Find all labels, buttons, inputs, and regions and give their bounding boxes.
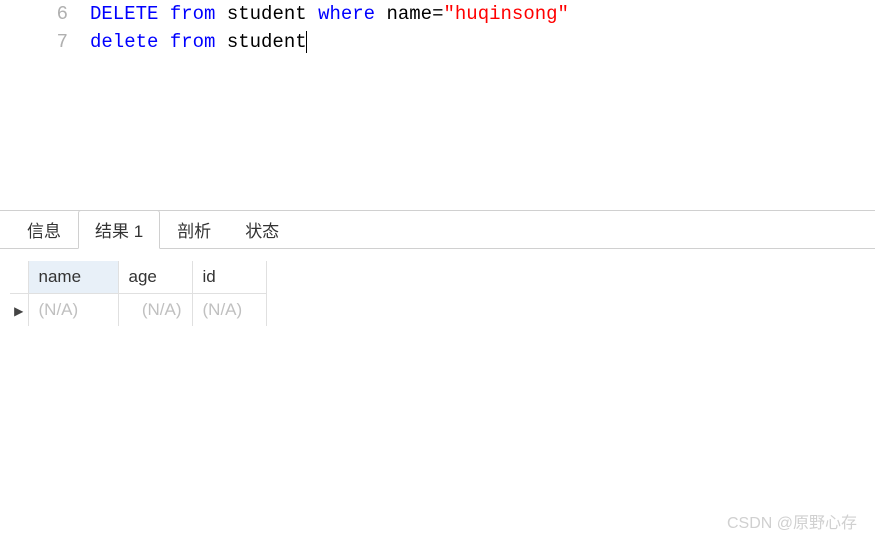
tab-2[interactable]: 剖析 bbox=[160, 210, 228, 249]
token-ident: name bbox=[375, 3, 432, 25]
cell-age[interactable]: (N/A) bbox=[118, 294, 192, 327]
tab-3[interactable]: 状态 bbox=[228, 210, 296, 249]
token-kw: from bbox=[170, 3, 216, 25]
tab-0[interactable]: 信息 bbox=[10, 210, 78, 249]
row-marker-icon: ▶ bbox=[14, 304, 23, 318]
line-number: 7 bbox=[0, 31, 90, 53]
row-marker-header bbox=[10, 261, 28, 294]
token-ident bbox=[158, 3, 169, 25]
token-ident: student bbox=[215, 3, 318, 25]
token-ident: student bbox=[215, 31, 306, 53]
results-tabs: 信息结果 1剖析状态 bbox=[0, 211, 875, 249]
table-row[interactable]: ▶(N/A)(N/A)(N/A) bbox=[10, 294, 266, 327]
token-kw: delete from bbox=[90, 31, 215, 53]
results-table[interactable]: nameageid ▶(N/A)(N/A)(N/A) bbox=[10, 261, 267, 326]
code-line[interactable]: 6DELETE from student where name="huqinso… bbox=[0, 0, 875, 28]
text-cursor bbox=[306, 31, 307, 53]
results-pane: nameageid ▶(N/A)(N/A)(N/A) bbox=[0, 249, 875, 338]
token-str: "huqinsong" bbox=[444, 3, 569, 25]
row-marker: ▶ bbox=[10, 294, 28, 327]
cell-id[interactable]: (N/A) bbox=[192, 294, 266, 327]
cell-name[interactable]: (N/A) bbox=[28, 294, 118, 327]
line-number: 6 bbox=[0, 3, 90, 25]
watermark: CSDN @原野心存 bbox=[727, 509, 857, 533]
sql-editor[interactable]: 6DELETE from student where name="huqinso… bbox=[0, 0, 875, 210]
token-kw: DELETE bbox=[90, 3, 158, 25]
column-header-id[interactable]: id bbox=[192, 261, 266, 294]
code-content[interactable]: delete from student bbox=[90, 31, 307, 53]
code-line[interactable]: 7delete from student bbox=[0, 28, 875, 56]
token-kw: where bbox=[318, 3, 375, 25]
token-ident: = bbox=[432, 3, 443, 25]
column-header-name[interactable]: name bbox=[28, 261, 118, 294]
tab-1[interactable]: 结果 1 bbox=[78, 210, 160, 249]
column-header-age[interactable]: age bbox=[118, 261, 192, 294]
code-content[interactable]: DELETE from student where name="huqinson… bbox=[90, 3, 569, 25]
